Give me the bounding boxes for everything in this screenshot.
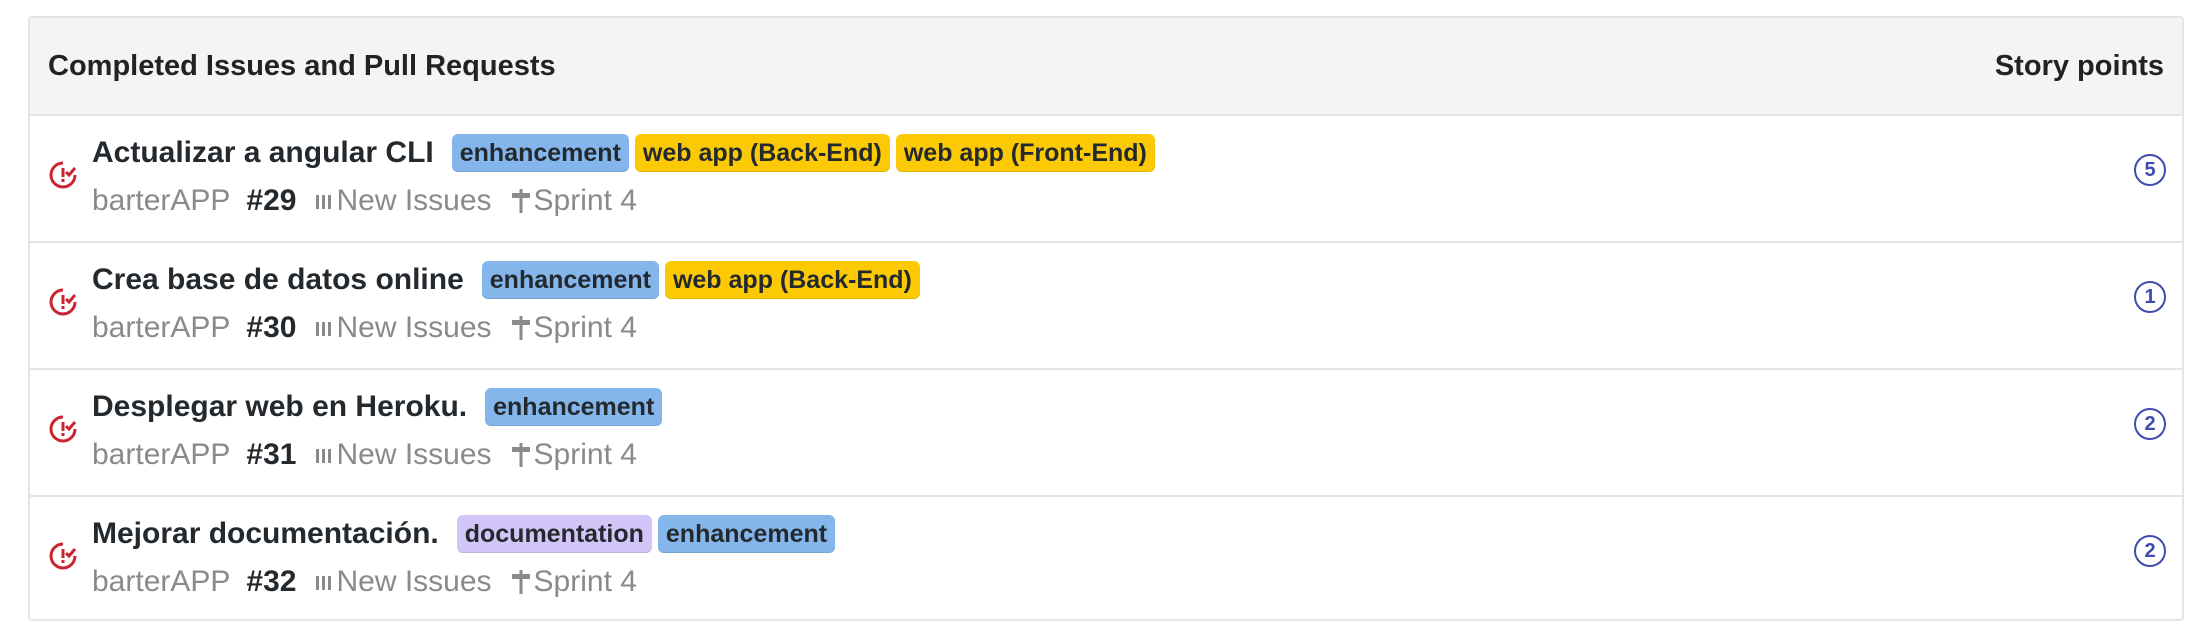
milestone-icon [511,316,530,340]
project-column-icon [316,449,332,463]
issue-list: Actualizar a angular CLI enhancement web … [30,116,2182,619]
issue-title-line: Mejorar documentación. documentation enha… [92,515,841,553]
issue-label[interactable]: enhancement [451,134,629,172]
repo-name[interactable]: barterAPP [92,565,230,599]
project-column-icon [316,576,332,590]
issue-label[interactable]: enhancement [657,515,836,553]
issue-meta: barterAPP #30 New Issues Sprint 4 [92,311,637,345]
story-points-badge: 2 [2134,535,2166,567]
issue-number[interactable]: #32 [246,565,296,599]
closed-issue-icon [49,542,77,570]
milestone-name[interactable]: Sprint 4 [534,184,637,218]
project-column-name: New Issues [336,565,492,598]
project-column-icon [316,322,332,336]
panel-title: Completed Issues and Pull Requests [48,49,556,82]
issue-label[interactable]: web app (Back-End) [664,261,920,299]
milestone-name[interactable]: Sprint 4 [534,311,637,345]
story-points-badge: 1 [2134,281,2166,313]
story-points-header: Story points [1994,49,2164,82]
repo-name[interactable]: barterAPP [92,311,230,345]
issue-label[interactable]: enhancement [485,388,663,426]
issue-meta: barterAPP #29 New Issues Sprint 4 [92,184,637,218]
repo-name[interactable]: barterAPP [92,438,230,472]
issue-row[interactable]: Crea base de datos online enhancement web… [30,243,2182,370]
issue-title[interactable]: Crea base de datos online [92,263,464,297]
issue-row[interactable]: Mejorar documentación. documentation enha… [30,497,2182,619]
story-points-badge: 2 [2134,408,2166,440]
issue-labels: enhancement web app (Back-End) web app (Fr… [451,134,1161,172]
issue-label[interactable]: web app (Front-End) [895,134,1155,172]
milestone-icon [511,443,530,467]
issue-title[interactable]: Mejorar documentación. [92,517,439,551]
issue-labels: enhancement web app (Back-End) [481,261,926,299]
milestone-name[interactable]: Sprint 4 [534,565,637,599]
issue-row[interactable]: Desplegar web en Heroku. enhancement bar… [30,370,2182,497]
issue-labels: documentation enhancement [456,515,841,553]
project-column-name: New Issues [336,438,492,471]
panel-header: Completed Issues and Pull Requests Story… [30,18,2182,116]
closed-issue-icon [49,415,77,443]
repo-name[interactable]: barterAPP [92,184,230,218]
issue-number[interactable]: #29 [246,184,296,218]
project-column-icon [316,195,332,209]
issue-title-line: Desplegar web en Heroku. enhancement [92,388,668,426]
story-points-badge: 5 [2134,154,2166,186]
closed-issue-icon [49,161,77,189]
issue-row[interactable]: Actualizar a angular CLI enhancement web … [30,116,2182,243]
issue-number[interactable]: #30 [246,311,296,345]
issue-meta: barterAPP #32 New Issues Sprint 4 [92,565,637,599]
issue-title[interactable]: Desplegar web en Heroku. [92,390,467,424]
issue-title-line: Actualizar a angular CLI enhancement web … [92,134,1161,172]
issue-title[interactable]: Actualizar a angular CLI [92,136,434,170]
issue-labels: enhancement [485,388,668,426]
milestone-icon [511,570,530,594]
project-column-name: New Issues [336,311,492,344]
issue-meta: barterAPP #31 New Issues Sprint 4 [92,438,637,472]
completed-issues-panel: Completed Issues and Pull Requests Story… [28,16,2184,621]
closed-issue-icon [49,288,77,316]
issue-title-line: Crea base de datos online enhancement web… [92,261,926,299]
issue-number[interactable]: #31 [246,438,296,472]
issue-label[interactable]: documentation [456,515,652,553]
issue-label[interactable]: enhancement [481,261,659,299]
milestone-icon [511,189,530,213]
project-column-name: New Issues [336,184,492,217]
issue-label[interactable]: web app (Back-End) [634,134,890,172]
milestone-name[interactable]: Sprint 4 [534,438,637,472]
